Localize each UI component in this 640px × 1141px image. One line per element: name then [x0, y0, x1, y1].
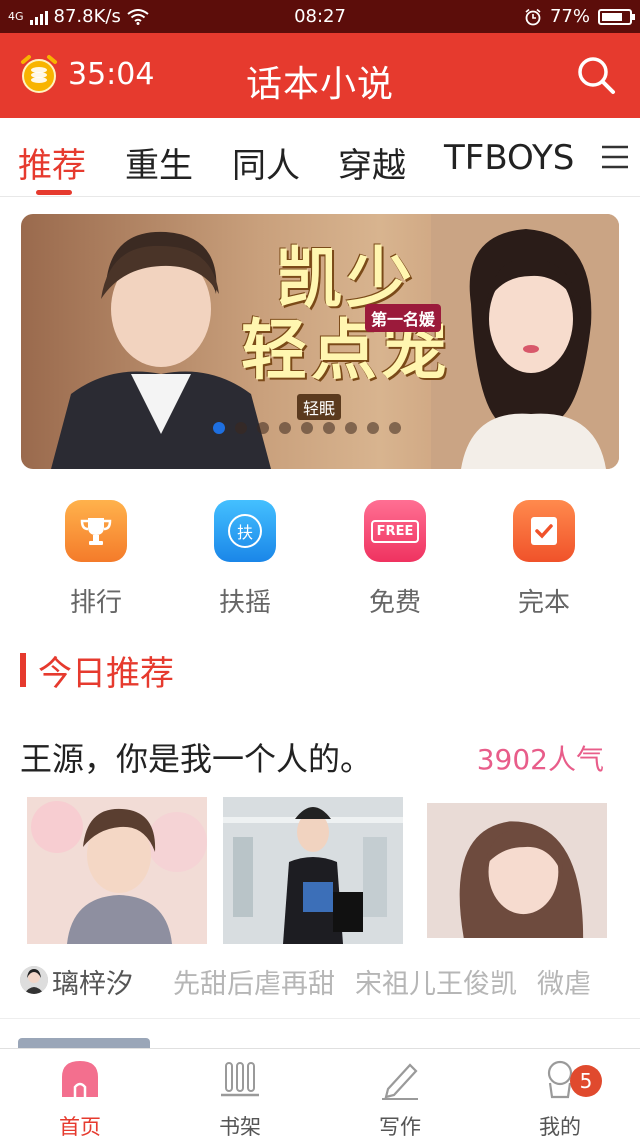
completed-icon	[513, 500, 575, 562]
free-sign: FREE	[370, 519, 420, 543]
entry-ranking[interactable]: 排行	[36, 500, 156, 619]
promo-banner[interactable]: 凯少 轻点宠 第一名媛 轻眠	[21, 214, 619, 469]
nav-profile[interactable]: 我的 5	[500, 1057, 620, 1141]
banner-author: 轻眠	[297, 394, 342, 420]
app-header: 35:04 话本小说	[0, 33, 640, 118]
banner-pagination	[213, 422, 401, 434]
nav-label: 书架	[219, 1115, 261, 1139]
entry-free[interactable]: FREE 免费	[335, 500, 455, 619]
list-divider	[0, 1018, 640, 1019]
entry-fuyao[interactable]: 扶 扶摇	[185, 500, 305, 619]
nav-label: 写作	[379, 1115, 421, 1139]
nav-label: 首页	[59, 1115, 101, 1139]
book-photo-3	[427, 803, 607, 938]
free-icon: FREE	[364, 500, 426, 562]
banner-tag: 第一名媛	[365, 304, 442, 332]
battery-fill	[602, 12, 622, 21]
home-icon	[62, 1061, 98, 1097]
book-tags: 先甜后虐再甜 宋祖儿王俊凯 微虐	[173, 962, 611, 1001]
tab-fanfic[interactable]: 同人	[232, 138, 300, 187]
quick-entries: 排行 扶 扶摇 FREE 免费 完本	[0, 500, 640, 620]
pagination-dot[interactable]	[257, 422, 269, 434]
status-bar: 4G 87.8K/s 08:27 77%	[0, 0, 640, 33]
app-title: 话本小说	[245, 64, 394, 105]
author-avatar[interactable]	[20, 966, 48, 994]
pagination-dot[interactable]	[213, 422, 225, 434]
pagination-dot[interactable]	[345, 422, 357, 434]
battery-percent: 77%	[549, 6, 590, 27]
bookshelf-icon	[221, 1062, 259, 1097]
entry-label: 完本	[517, 588, 570, 618]
nav-label: 我的	[539, 1115, 581, 1139]
pagination-dot[interactable]	[389, 422, 401, 434]
pagination-dot[interactable]	[323, 422, 335, 434]
book-photo-1	[27, 797, 207, 944]
entry-label: 免费	[368, 588, 421, 618]
book-tag[interactable]: 宋祖儿王俊凯	[355, 969, 517, 1000]
nav-home[interactable]: 首页	[20, 1057, 140, 1141]
tab-rebirth[interactable]: 重生	[125, 138, 193, 187]
trophy-icon	[65, 500, 127, 562]
book-popularity: 3902人气	[476, 743, 604, 776]
entry-label: 排行	[69, 588, 122, 618]
author-name[interactable]: 璃梓汐	[52, 962, 133, 1001]
fuyao-char: 扶	[228, 514, 262, 548]
menu-icon[interactable]	[600, 144, 630, 170]
entry-completed[interactable]: 完本	[484, 500, 604, 619]
book-photo-2	[223, 797, 403, 944]
category-tabs: 推荐 重生 同人 穿越 TFBOYS	[0, 118, 640, 197]
battery-icon	[598, 8, 635, 25]
alarm-icon	[525, 8, 541, 25]
search-icon[interactable]	[576, 55, 616, 95]
tab-time-travel[interactable]: 穿越	[338, 138, 406, 187]
notification-badge: 5	[570, 1065, 602, 1097]
fuyao-icon: 扶	[214, 500, 276, 562]
book-meta: 璃梓汐 先甜后虐再甜 宋祖儿王俊凯 微虐	[20, 962, 640, 1002]
book-photos[interactable]	[27, 797, 623, 944]
pagination-dot[interactable]	[301, 422, 313, 434]
section-accent-bar	[20, 653, 26, 687]
section-header-today: 今日推荐	[20, 648, 174, 694]
section-title: 今日推荐	[38, 653, 174, 694]
status-right: 77%	[524, 6, 635, 27]
book-tag[interactable]: 微虐	[537, 969, 591, 1000]
book-title[interactable]: 王源，你是我一个人的。	[20, 734, 372, 780]
tab-tfboys[interactable]: TFBOYS	[444, 138, 574, 178]
pagination-dot[interactable]	[367, 422, 379, 434]
tab-recommend[interactable]: 推荐	[18, 138, 86, 187]
bottom-nav: 首页 书架 写作 我的 5	[0, 1048, 640, 1139]
pagination-dot[interactable]	[279, 422, 291, 434]
active-tab-indicator	[36, 190, 72, 195]
entry-label: 扶摇	[218, 588, 271, 618]
pagination-dot[interactable]	[235, 422, 247, 434]
book-tag[interactable]: 先甜后虐再甜	[173, 969, 335, 1000]
nav-bookshelf[interactable]: 书架	[180, 1057, 300, 1141]
pen-icon	[382, 1063, 418, 1100]
nav-write[interactable]: 写作	[340, 1057, 460, 1141]
